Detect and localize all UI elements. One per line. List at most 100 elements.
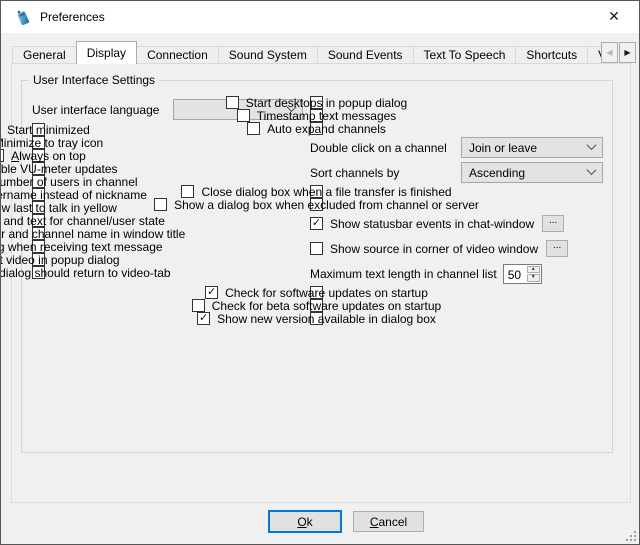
dropdown-value: Ascending [469,166,584,180]
checkbox-label: Show emojis and text for channel/user st… [0,214,165,228]
row-show-source-in-corner-of-video-window: Show source in corner of video window... [310,236,610,261]
preferences-dialog: Preferences ✕ General Display Connection So… [0,0,640,545]
titlebar[interactable]: Preferences ✕ [1,1,639,33]
resize-grip[interactable] [625,530,637,542]
arrow-left-icon: ◀ [606,48,612,57]
app-icon [14,8,32,26]
spin-up-icon[interactable]: ▲ [527,266,540,274]
checkbox-start-desktops-in-popup-dialog[interactable] [226,96,239,109]
cancel-button[interactable]: Cancel [353,511,424,532]
dropdown-value: Join or leave [469,141,584,155]
settings-column-right: Start desktops in popup dialogTimestamp … [310,96,610,325]
chevron-down-icon [587,165,597,175]
browse-button-show-statusbar-events-in-chat-window[interactable]: ... [542,215,564,232]
dropdown-label: Double click on a channel [310,141,461,155]
window-title: Preferences [40,10,105,24]
checkbox-label: Show number of users in channel [0,175,138,189]
row-start-desktops-in-popup-dialog: Start desktops in popup dialog [310,96,323,109]
tab-sound-system[interactable]: Sound System [218,46,318,64]
row-minimize-to-tray-icon: Minimize to tray icon [32,136,45,149]
spin-label: Maximum text length in channel list [310,267,497,281]
checkbox-show-new-version-available-in-dialog-box[interactable]: ✓ [197,312,210,325]
checkbox-label: Always on top [11,149,86,163]
spinbox-maximum-text-length-in-channel-list[interactable]: 50▲▼ [503,264,542,284]
checkbox-label: Check for beta software updates on start… [212,299,441,313]
tab-label: Sound Events [328,48,403,62]
checkbox-label: Show new version available in dialog box [217,312,436,326]
checkbox-label: Show both server and channel name in win… [0,227,185,241]
checkbox-always-on-top[interactable] [0,149,4,162]
browse-button-show-source-in-corner-of-video-window[interactable]: ... [546,240,568,257]
chevron-down-icon [587,140,597,150]
checkbox-check-for-software-updates-on-startup[interactable]: ✓ [205,286,218,299]
checkbox-label: Start minimized [7,123,90,137]
tab-text-to-speech[interactable]: Text To Speech [413,46,517,64]
checkbox-label: Timestamp text messages [257,109,397,123]
close-button[interactable]: ✕ [589,1,639,32]
row-close-dialog-box-when-a-file-transfer-is-finished: Close dialog box when a file transfer is… [310,185,323,198]
group-title: User Interface Settings [29,73,159,87]
tab-label: Display [87,46,126,60]
spin-down-icon[interactable]: ▼ [527,274,540,282]
dropdown-label: Sort channels by [310,166,461,180]
row-show-username-instead-of-nickname: Show username instead of nickname [32,188,45,201]
tab-shortcuts[interactable]: Shortcuts [515,46,588,64]
row-show-both-server-and-channel-name-in-window-title: ✓Show both server and channel name in wi… [32,227,45,240]
checkbox-show-statusbar-events-in-chat-window[interactable]: ✓ [310,217,323,230]
check-icon: ✓ [312,218,321,229]
checkbox-label: Show username instead of nickname [0,188,147,202]
checkbox-label: Auto expand channels [267,122,386,136]
row-popup-dialog-when-receiving-text-message: ✓Popup dialog when receiving text messag… [32,240,45,253]
arrow-right-icon: ▶ [624,48,630,57]
row-double-click-on-a-channel: Double click on a channel Join or leave [310,135,610,160]
tab-bar: General Display Connection Sound System Soun… [12,41,602,64]
row-closed-video-dialog-should-return-to-video-tab: ✓Closed video dialog should return to vi… [32,266,45,279]
row-sort-channels-by: Sort channels by Ascending [310,160,610,185]
tab-label: Sound System [229,48,307,62]
checkbox-label: Show a dialog box when excluded from cha… [174,198,479,212]
row-timestamp-text-messages: Timestamp text messages [310,109,323,122]
tab-scroll-right-button[interactable]: ▶ [619,42,636,63]
tab-sound-events[interactable]: Sound Events [317,46,414,64]
tab-display[interactable]: Display [76,41,137,64]
tab-connection[interactable]: Connection [136,46,219,64]
row-check-for-beta-software-updates-on-startup: Check for beta software updates on start… [310,299,323,312]
close-icon: ✕ [608,8,620,25]
tab-scroll-left-button[interactable]: ◀ [601,42,618,63]
checkbox-label: Show statusbar events in chat-window [330,217,534,231]
dropdown-sort-channels-by[interactable]: Ascending [461,162,603,183]
dropdown-double-click-on-a-channel[interactable]: Join or leave [461,137,603,158]
spin-buttons: ▲▼ [526,265,541,283]
row-show-last-to-talk-in-yellow: ✓Show last to talk in yellow [32,201,45,214]
checkbox-show-source-in-corner-of-video-window[interactable] [310,242,323,255]
checkbox-show-a-dialog-box-when-excluded-from-channel-or-server[interactable] [154,198,167,211]
check-icon: ✓ [199,313,208,324]
checkbox-label: Show source in corner of video window [330,242,538,256]
row-enable-vu-meter-updates: ✓Enable VU-meter updates [32,162,45,175]
row-show-new-version-available-in-dialog-box: ✓Show new version available in dialog bo… [310,312,323,325]
checkbox-label: Closed video dialog should return to vid… [0,266,171,280]
tab-label: General [23,48,66,62]
checkbox-label: Popup dialog when receiving text message [0,240,163,254]
checkbox-timestamp-text-messages[interactable] [237,109,250,122]
checkbox-label: Start desktops in popup dialog [246,96,407,110]
checkbox-label: Enable VU-meter updates [0,162,118,176]
checkbox-close-dialog-box-when-a-file-transfer-is-finished[interactable] [181,185,194,198]
ok-button[interactable]: Ok [268,510,342,533]
checkbox-label: Check for software updates on startup [225,286,428,300]
checkbox-auto-expand-channels[interactable] [247,122,260,135]
row-show-emojis-and-text-for-channel-user-state: ✓Show emojis and text for channel/user s… [32,214,45,227]
tab-label: Connection [147,48,208,62]
row-show-a-dialog-box-when-excluded-from-channel-or-server: Show a dialog box when excluded from cha… [310,198,323,211]
tab-scroll-controls: ◀ ▶ [600,42,636,63]
check-icon: ✓ [207,287,216,298]
checkbox-check-for-beta-software-updates-on-startup[interactable] [192,299,205,312]
row-show-number-of-users-in-channel: ✓Show number of users in channel [32,175,45,188]
row-start-minimized: Start minimized [32,123,45,136]
row-always-on-top: Always on top [32,149,45,162]
checkbox-label: Show last to talk in yellow [0,201,117,215]
checkbox-label: Start video in popup dialog [0,253,120,267]
tab-label: Shortcuts [526,48,577,62]
spin-value: 50 [504,265,526,283]
tab-general[interactable]: General [12,46,77,64]
